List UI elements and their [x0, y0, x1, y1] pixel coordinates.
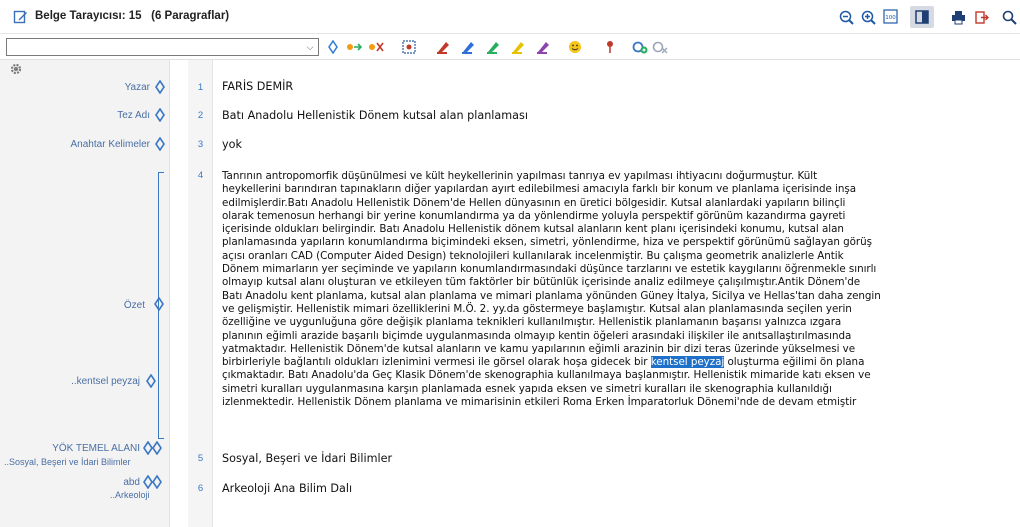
field-label-author[interactable]: Yazar [125, 82, 150, 93]
code-marker-icon[interactable] [154, 297, 164, 311]
code-remove-icon[interactable] [368, 40, 384, 54]
paragraph-number: 6 [197, 483, 204, 494]
svg-text:100: 100 [885, 15, 896, 21]
code-combo-box[interactable]: ⌵ [6, 38, 319, 56]
zoom-100-icon[interactable]: 100 [881, 7, 901, 27]
marker-green-icon[interactable] [486, 40, 500, 54]
paragraph-line: açısı oranları CAD (Computer Aided Desig… [222, 249, 844, 262]
paragraph-line: izlenmektedir. Hellenistik Dönem planlam… [222, 396, 857, 409]
paragraph-4[interactable]: Tanrının antropomorfik düşünülmesi ve kü… [222, 170, 1012, 409]
paragraph-line: heykellerini barındıran tapınakların diğ… [222, 183, 857, 196]
paragraph-3[interactable]: yok [222, 138, 1012, 152]
paragraph-line: planlamasında yapıların konumlandırma bi… [222, 236, 872, 249]
code-arrow-icon[interactable] [346, 40, 362, 54]
paragraph-line: birbirleriyle bağlantılı oldukları izlen… [222, 356, 865, 369]
code-marker-icon[interactable] [155, 137, 165, 151]
search-icon[interactable] [999, 7, 1019, 27]
paragraph-1[interactable]: FARİS DEMİR [222, 80, 1012, 94]
paragraph-number: 2 [197, 110, 204, 121]
paragraph-2[interactable]: Batı Anadolu Hellenistik Dönem kutsal al… [222, 109, 1012, 123]
pin-icon[interactable] [603, 40, 617, 54]
paragraph-line: çıkmaktadır. Batı Anadolu'da Geç Klasik … [222, 369, 871, 382]
gear-icon[interactable] [9, 62, 23, 76]
field-label-yok[interactable]: YÖK TEMEL ALANI [52, 443, 140, 454]
paragraph-line: ve gelişmiştir. Hellenistik mimari özell… [222, 302, 852, 315]
paragraph-5[interactable]: Sosyal, Beşeri ve İdari Bilimler [222, 452, 1012, 466]
paragraph-line: simetri kuralları uygulanmasına karşın p… [222, 382, 832, 395]
paragraph-line: olmayıp kutsal alanı oluşturan ve etkile… [222, 276, 861, 289]
paragraph-line: içerisinde oldukları belirgindir. Batı A… [222, 223, 844, 236]
chevron-down-icon[interactable]: ⌵ [304, 40, 316, 54]
field-label-abd[interactable]: abd [123, 477, 140, 488]
zoom-in-icon[interactable] [858, 7, 878, 27]
paragraph-line: özelliğine ve uygunluğuna göre değişik p… [222, 316, 842, 329]
code-marker-double-icon[interactable] [143, 475, 163, 489]
paragraph-6[interactable]: Arkeoloji Ana Bilim Dalı [222, 482, 1012, 496]
paragraph-line: Tanrının antropomorfik düşünülmesi ve kü… [222, 170, 818, 182]
zoom-out-icon[interactable] [836, 7, 856, 27]
code-marker-double-icon[interactable] [143, 441, 163, 455]
paragraph-number: 5 [197, 453, 204, 464]
field-label-abstract[interactable]: Özet [124, 300, 145, 311]
export-icon[interactable] [972, 7, 992, 27]
paragraph-number: 4 [197, 170, 204, 181]
field-sublabel-yok[interactable]: ..Sosyal, Beşeri ve İdari Bilimler [4, 457, 131, 467]
marker-purple-icon[interactable] [536, 40, 550, 54]
code-marker-icon[interactable] [155, 80, 165, 94]
paragraph-number: 1 [197, 82, 204, 93]
window-title: Belge Tarayıcısı: 15 (6 Paragraflar) [35, 10, 230, 22]
title-bar: Belge Tarayıcısı: 15 (6 Paragraflar) 100 [0, 0, 1020, 34]
selected-text-highlight[interactable]: kentsel peyzaj [650, 356, 724, 369]
code-marker-icon[interactable] [155, 108, 165, 122]
emoji-icon[interactable] [568, 40, 582, 54]
code-toolbar: ⌵ [0, 34, 1020, 60]
field-label-title[interactable]: Tez Adı [117, 110, 150, 121]
link-remove-icon[interactable] [652, 40, 668, 54]
paragraph-line: olarak temenosun herhangi bir yerine kon… [222, 209, 846, 222]
marker-red-icon[interactable] [436, 40, 450, 54]
paragraph-number: 3 [197, 139, 204, 150]
select-code-icon[interactable] [402, 40, 416, 54]
paragraph-line: edilmişlerdir.Batı Anadolu Hellenistik D… [222, 196, 846, 209]
paragraph-line: Dönem mimarların yer seçiminde ve yapıla… [222, 263, 877, 276]
field-label-kentsel-peyzaj[interactable]: ..kentsel peyzaj [71, 376, 140, 387]
paragraph-line: Batı Anadolu kent planlama, kutsal alan … [222, 289, 881, 302]
diamond-icon[interactable] [326, 40, 340, 54]
field-sublabel-abd[interactable]: ..Arkeoloji [110, 490, 150, 500]
print-icon[interactable] [948, 7, 968, 27]
edit-document-icon [13, 10, 27, 24]
paragraph-line: yatmaktadır. Hellenistik Dönem'de kutsal… [222, 342, 856, 355]
marker-yellow-icon[interactable] [511, 40, 525, 54]
panel-toggle-icon[interactable] [910, 6, 934, 28]
link-add-icon[interactable] [632, 40, 648, 54]
field-label-keywords[interactable]: Anahtar Kelimeler [71, 139, 150, 150]
paragraph-line: planının eğimli arazide başarılı biçimde… [222, 329, 852, 342]
code-marker-icon[interactable] [146, 374, 156, 388]
marker-blue-icon[interactable] [461, 40, 475, 54]
